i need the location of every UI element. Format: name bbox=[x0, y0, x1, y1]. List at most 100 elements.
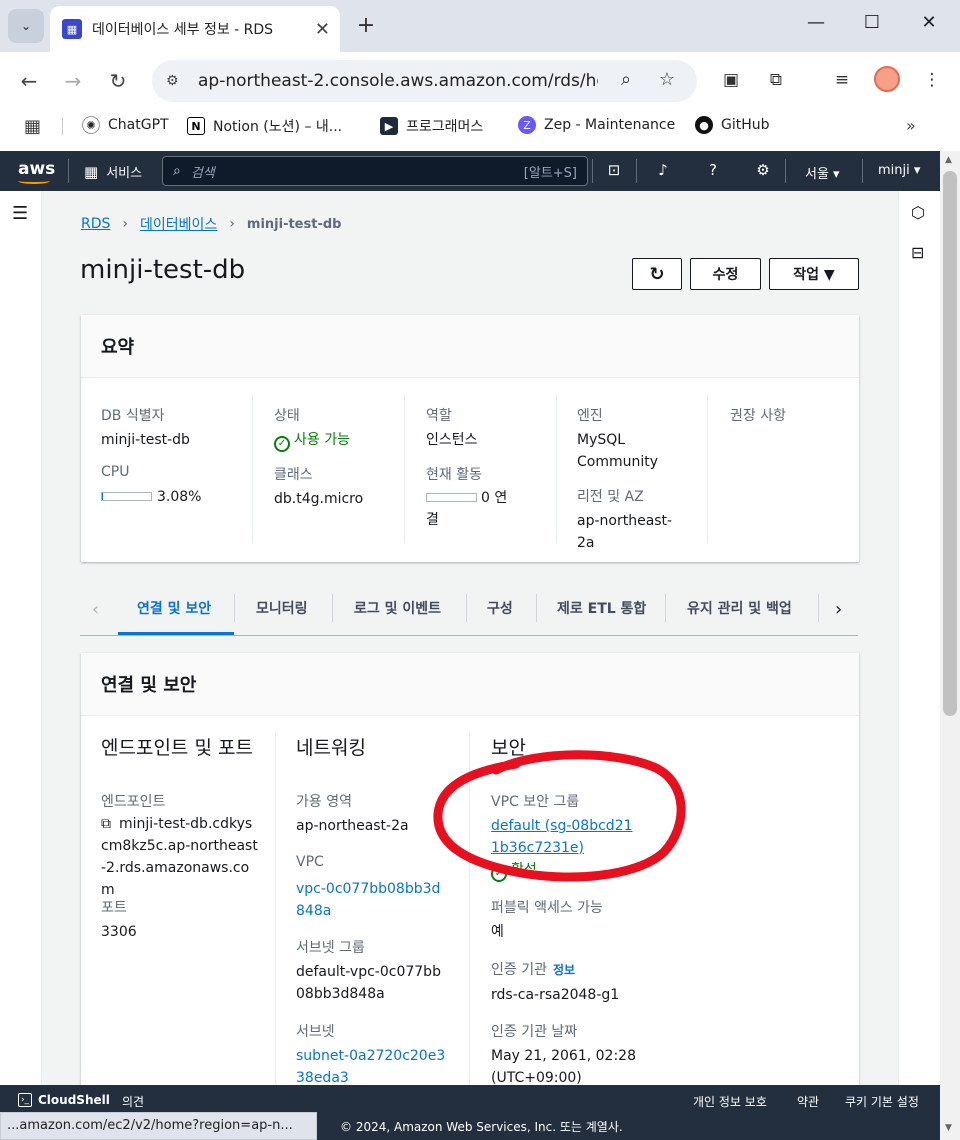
aws-logo[interactable]: aws bbox=[18, 159, 55, 179]
extensions-puzzle-icon[interactable]: ⧉ bbox=[762, 66, 790, 94]
cloudshell-link[interactable]: CloudShell bbox=[38, 1093, 110, 1107]
refresh-button[interactable]: ↻ bbox=[632, 258, 682, 290]
zoom-icon[interactable]: ⌕ bbox=[614, 69, 638, 90]
search-shortcut: [알트+S] bbox=[523, 165, 577, 181]
tab-divider bbox=[332, 594, 333, 622]
browser-tab[interactable]: ▦ 데이터베이스 세부 정보 - RDS ✕ bbox=[50, 6, 340, 52]
nav-divider bbox=[592, 159, 593, 183]
cookie-preferences-link[interactable]: 쿠키 기본 설정 bbox=[845, 1093, 919, 1110]
bookmark-chatgpt[interactable]: ✺ ChatGPT bbox=[82, 116, 169, 134]
summary-col-1: DB 식별자 minji-test-db CPU 3.08% bbox=[101, 395, 253, 543]
address-bar[interactable]: ⚙ ap-northeast-2.console.aws.amazon.com/… bbox=[152, 60, 697, 102]
right-tools-rail: ⬡ ⊟ bbox=[898, 191, 940, 1085]
back-icon[interactable]: ← bbox=[14, 66, 44, 96]
privacy-link[interactable]: 개인 정보 보호 bbox=[693, 1093, 767, 1110]
programmers-icon: ▶ bbox=[380, 117, 398, 135]
bookmark-label: Notion (노션) – 내... bbox=[213, 119, 343, 135]
tutorial-icon[interactable]: ⊟ bbox=[911, 243, 924, 262]
account-menu[interactable]: minji ▾ bbox=[878, 163, 920, 178]
ca-info-link[interactable]: 정보 bbox=[553, 963, 575, 977]
bookmarks-bar: ▦ ✺ ChatGPT N Notion (노션) – 내... ▶ 프로그래머… bbox=[0, 108, 960, 144]
bookmark-notion[interactable]: N Notion (노션) – 내... bbox=[187, 116, 342, 136]
networking-section-title: 네트워킹 bbox=[296, 737, 366, 759]
breadcrumb-rds[interactable]: RDS bbox=[81, 216, 110, 232]
refresh-icon: ↻ bbox=[649, 263, 665, 285]
subnet-link[interactable]: subnet-0a2720c20e338eda3 bbox=[296, 1045, 446, 1085]
menu-hamburger-icon[interactable]: ☰ bbox=[12, 203, 28, 224]
maximize-icon[interactable]: ☐ bbox=[857, 12, 887, 33]
check-circle-icon: ✓ bbox=[274, 436, 290, 452]
rds-favicon-icon: ▦ bbox=[62, 19, 82, 39]
feedback-link[interactable]: 의견 bbox=[122, 1093, 144, 1110]
apps-grid-icon[interactable]: ▦ bbox=[24, 116, 41, 137]
public-access-value: 예 bbox=[491, 924, 504, 940]
scroll-up-arrow-icon[interactable]: ▲ bbox=[945, 155, 952, 165]
bookmark-github[interactable]: ● GitHub bbox=[695, 116, 770, 134]
active-tab-indicator bbox=[118, 632, 234, 635]
tab-maintenance[interactable]: 유지 관리 및 백업 bbox=[687, 598, 792, 618]
class-value: db.t4g.micro bbox=[274, 491, 364, 507]
notifications-bell-icon[interactable]: ♪ bbox=[652, 161, 674, 181]
window-close-icon[interactable]: ✕ bbox=[914, 12, 944, 33]
tab-close-icon[interactable]: ✕ bbox=[315, 19, 330, 40]
edit-button[interactable]: 수정 bbox=[690, 258, 761, 290]
db-id-label: DB 식별자 bbox=[101, 408, 165, 424]
terms-link[interactable]: 약관 bbox=[797, 1093, 819, 1110]
minimize-icon[interactable]: — bbox=[801, 12, 831, 33]
info-panel-icon[interactable]: ⬡ bbox=[911, 203, 925, 222]
nav-divider bbox=[636, 159, 637, 183]
tab-configuration[interactable]: 구성 bbox=[487, 598, 513, 618]
media-control-icon[interactable]: ≡ bbox=[828, 66, 856, 94]
actions-dropdown[interactable]: 작업 ▼ bbox=[769, 258, 859, 290]
browser-toolbar: ← → ↻ ⚙ ap-northeast-2.console.aws.amazo… bbox=[0, 52, 960, 108]
chrome-menu-icon[interactable]: ⋮ bbox=[918, 66, 946, 94]
cloudshell-icon[interactable]: ⊡ bbox=[603, 161, 625, 181]
bookmark-zep[interactable]: Z Zep - Maintenance bbox=[518, 116, 675, 134]
copy-icon[interactable]: ⧉ bbox=[101, 813, 111, 835]
status-value: 사용 가능 bbox=[294, 432, 350, 448]
services-menu[interactable]: ▦ 서비스 bbox=[84, 162, 143, 182]
tab-divider bbox=[466, 594, 467, 622]
tabs-scroll-right-icon[interactable]: › bbox=[835, 599, 842, 620]
detail-tabs: ‹ 연결 및 보안 모니터링 로그 및 이벤트 구성 제로 ETL 통합 유지 … bbox=[80, 589, 858, 636]
more-bookmarks-icon[interactable]: » bbox=[906, 116, 916, 135]
tab-connectivity[interactable]: 연결 및 보안 bbox=[137, 598, 211, 618]
nav-divider bbox=[68, 159, 69, 183]
az-label: 가용 영역 bbox=[296, 794, 352, 810]
tab-zero-etl[interactable]: 제로 ETL 통합 bbox=[557, 598, 646, 618]
endpoint-label: 엔드포인트 bbox=[101, 794, 166, 810]
services-label: 서비스 bbox=[106, 166, 143, 181]
connectivity-title: 연결 및 보안 bbox=[81, 653, 859, 716]
cpu-label: CPU bbox=[101, 464, 130, 480]
cloudshell-footer-icon: ›_ bbox=[18, 1093, 32, 1107]
tab-search-button[interactable]: ⌄ bbox=[8, 9, 44, 43]
bookmark-programmers[interactable]: ▶ 프로그래머스 bbox=[380, 116, 483, 136]
tab-monitoring[interactable]: 모니터링 bbox=[256, 598, 308, 618]
scroll-down-arrow-icon[interactable]: ▼ bbox=[945, 1123, 952, 1133]
region-az-value: ap-northeast-2a bbox=[577, 513, 673, 551]
profile-avatar[interactable] bbox=[874, 66, 900, 92]
breadcrumb-databases[interactable]: 데이터베이스 bbox=[140, 214, 217, 234]
page-scrollbar[interactable]: ▲ ▼ bbox=[940, 151, 960, 1140]
chatgpt-icon: ✺ bbox=[82, 116, 100, 134]
tab-logs-events[interactable]: 로그 및 이벤트 bbox=[354, 598, 441, 618]
services-grid-icon: ▦ bbox=[84, 162, 99, 181]
scroll-thumb[interactable] bbox=[943, 171, 957, 716]
settings-gear-icon[interactable]: ⚙ bbox=[752, 161, 774, 181]
help-icon[interactable]: ? bbox=[702, 161, 724, 181]
cpu-value: 3.08% bbox=[157, 489, 202, 505]
new-tab-button[interactable]: + bbox=[352, 11, 380, 39]
site-info-icon[interactable]: ⚙ bbox=[166, 73, 186, 89]
reload-icon[interactable]: ↻ bbox=[103, 66, 133, 96]
aws-search-input[interactable]: ⌕ 검색 [알트+S] bbox=[162, 156, 588, 186]
ca-date-value: May 21, 2061, 02:28 (UTC+09:00) bbox=[491, 1048, 636, 1085]
tabs-scroll-left-icon[interactable]: ‹ bbox=[92, 599, 99, 620]
region-selector[interactable]: 서울 ▾ bbox=[805, 163, 840, 182]
extension-1-icon[interactable]: ▣ bbox=[717, 66, 745, 94]
bookmark-label: GitHub bbox=[721, 117, 770, 133]
role-label: 역할 bbox=[426, 408, 452, 424]
vpc-link[interactable]: vpc-0c077bb08bb3d848a bbox=[296, 878, 446, 922]
forward-icon[interactable]: → bbox=[58, 66, 88, 96]
address-url[interactable]: ap-northeast-2.console.aws.amazon.com/rd… bbox=[198, 71, 598, 91]
bookmark-star-icon[interactable]: ☆ bbox=[655, 69, 679, 90]
